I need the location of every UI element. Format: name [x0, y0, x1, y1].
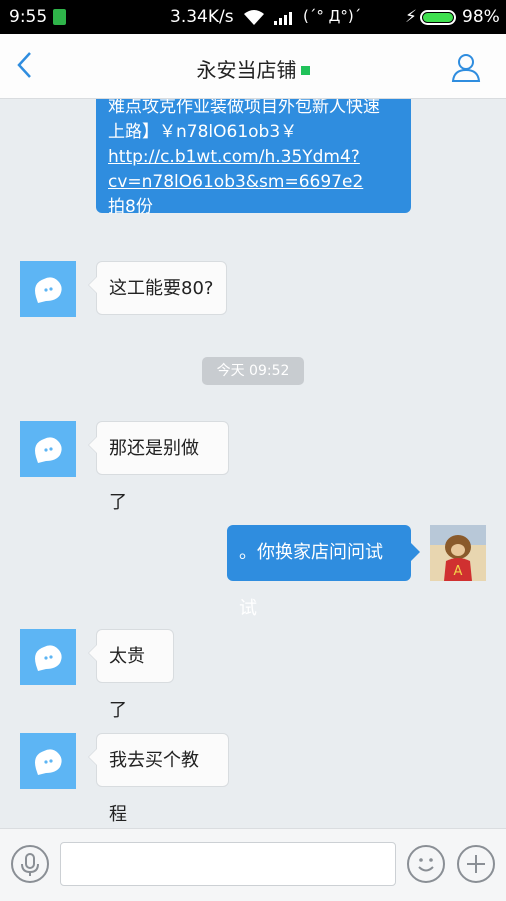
- svg-text:A: A: [454, 564, 463, 579]
- network-speed: 3.34K/s: [170, 7, 234, 27]
- voice-button[interactable]: [11, 845, 49, 883]
- more-button[interactable]: [457, 845, 495, 883]
- battery-icon: [420, 10, 456, 25]
- emoji-button[interactable]: [407, 845, 445, 883]
- status-emoticon: (´° Д°)´: [303, 7, 362, 25]
- online-status-icon: [300, 66, 310, 75]
- status-time: 9:55: [9, 7, 48, 27]
- message-text: 这工能要80?: [109, 278, 214, 299]
- shop-avatar[interactable]: [20, 733, 76, 789]
- shop-name: 永安当店铺: [196, 58, 297, 82]
- shop-avatar[interactable]: [20, 421, 76, 477]
- message-input[interactable]: [60, 842, 396, 886]
- message-text: 。你换家店问问试试: [239, 542, 383, 619]
- forwarded-text-3: 拍8份: [108, 197, 153, 217]
- incoming-message-bubble[interactable]: 太贵了: [88, 629, 174, 721]
- outgoing-message-bubble[interactable]: 。你换家店问问试试: [227, 525, 420, 619]
- message-text: 太贵了: [109, 646, 145, 721]
- signal-icon: [274, 10, 296, 30]
- message-list[interactable]: 难点攻克作业装做项目外包新人快速 上路】￥n78lO61ob3￥ http://…: [0, 99, 506, 828]
- chat-title: 永安当店铺: [0, 54, 506, 83]
- message-text: 我去买个教程: [109, 750, 199, 825]
- incoming-message-bubble[interactable]: 那还是别做了: [88, 421, 229, 513]
- battery-percent: 98%: [462, 7, 500, 27]
- sim-icon: [53, 9, 66, 25]
- shop-avatar[interactable]: [20, 261, 76, 317]
- status-bar: 9:55 3.34K/s (´° Д°)´ ⚡ 98%: [0, 0, 506, 34]
- incoming-message-bubble[interactable]: 我去买个教程: [88, 733, 229, 825]
- forwarded-text-1: 难点攻克作业装做项目外包新人快速: [108, 99, 380, 117]
- chat-header: 永安当店铺: [0, 34, 506, 99]
- input-bar: [0, 828, 506, 901]
- charging-icon: ⚡: [405, 7, 417, 27]
- message-text: 那还是别做了: [109, 438, 199, 513]
- forwarded-link-1[interactable]: http://c.b1wt.com/h.35Ydm4?: [108, 145, 399, 170]
- forwarded-message-bubble[interactable]: 难点攻克作业装做项目外包新人快速 上路】￥n78lO61ob3￥ http://…: [96, 99, 411, 217]
- incoming-message-bubble[interactable]: 这工能要80?: [88, 261, 227, 315]
- user-avatar[interactable]: A: [430, 525, 486, 581]
- shop-avatar[interactable]: [20, 629, 76, 685]
- forwarded-text-2: 上路】￥n78lO61ob3￥: [108, 122, 298, 142]
- message-timestamp: 今天 09:52: [202, 357, 304, 385]
- wifi-icon: [242, 8, 266, 31]
- profile-button[interactable]: [450, 51, 482, 83]
- forwarded-link-2[interactable]: cv=n78lO61ob3&sm=6697e2: [108, 170, 399, 195]
